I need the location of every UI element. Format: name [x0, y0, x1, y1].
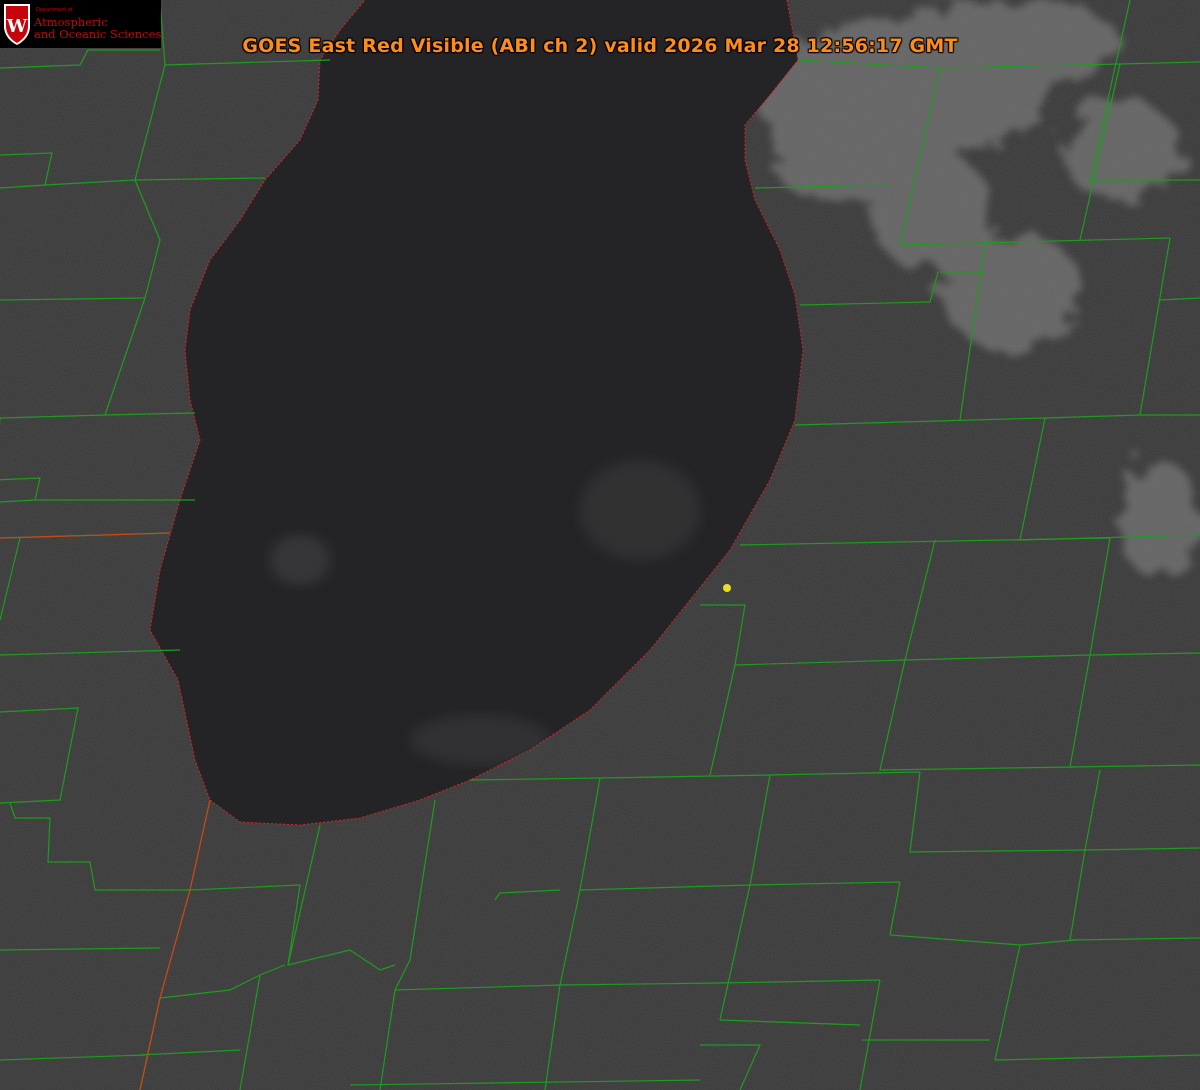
- logo-small-text: Department of: [36, 7, 73, 13]
- map-title: GOES East Red Visible (ABI ch 2) valid 2…: [242, 35, 958, 57]
- satellite-image: [0, 0, 1200, 1090]
- lake-sediment: [270, 535, 330, 585]
- lake-sediment: [580, 460, 700, 560]
- lake-sediment: [410, 715, 550, 765]
- shield-letter: W: [6, 16, 28, 37]
- location-marker: [723, 584, 731, 592]
- satellite-map-view: GOES East Red Visible (ABI ch 2) valid 2…: [0, 0, 1200, 1090]
- logo-line-2: and Oceanic Sciences: [34, 27, 162, 41]
- university-shield-icon: W: [4, 4, 30, 45]
- department-logo: W Department of Atmospheric and Oceanic …: [0, 0, 161, 48]
